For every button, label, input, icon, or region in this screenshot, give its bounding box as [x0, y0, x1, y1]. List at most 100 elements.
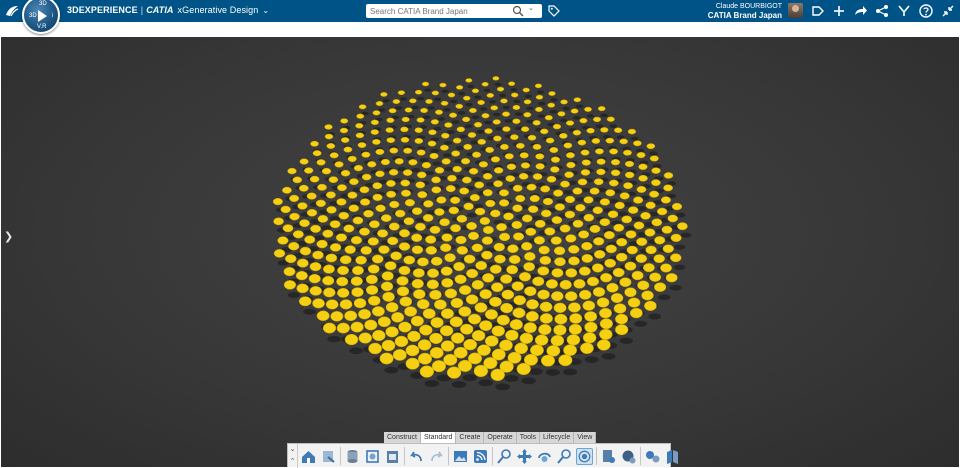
generative-dot [430, 119, 439, 125]
fit-all-icon[interactable] [576, 447, 593, 465]
generative-dot [377, 229, 389, 238]
generative-dot [662, 244, 674, 253]
generative-dot [592, 287, 606, 297]
generative-dot [310, 140, 319, 147]
generative-dot [414, 127, 423, 133]
generative-dot [515, 142, 525, 149]
generative-dot [540, 354, 556, 367]
generative-dot [416, 171, 427, 179]
search-icon[interactable] [512, 5, 524, 17]
generative-dot [405, 344, 420, 357]
generative-dot [425, 246, 438, 255]
pan-icon[interactable] [516, 448, 533, 465]
chevron-down-icon[interactable]: ⌄ ⌃ [288, 444, 298, 468]
database-icon[interactable] [344, 448, 361, 465]
generative-dot [482, 273, 495, 283]
chevron-down-icon[interactable]: ⌄ [262, 6, 269, 15]
generative-dot [593, 178, 604, 186]
3d-viewport[interactable]: ❯ [1, 37, 959, 467]
cube-refresh-icon[interactable] [364, 448, 381, 465]
home-icon[interactable] [300, 448, 317, 465]
dot-shadow [411, 105, 419, 110]
generative-dot [582, 300, 596, 311]
save-icon[interactable] [320, 448, 337, 465]
tools-icon[interactable] [896, 3, 912, 19]
book-icon[interactable] [664, 448, 681, 465]
generative-dot [667, 214, 678, 223]
dot-shadow [504, 374, 519, 382]
generative-dot [460, 323, 474, 335]
dot-shadow [478, 379, 494, 387]
generative-dot [385, 302, 399, 313]
play-icon[interactable] [38, 10, 47, 22]
generative-dot [482, 225, 494, 235]
rotate-icon[interactable] [536, 448, 553, 465]
dot-shadow [563, 368, 578, 376]
tab-standard[interactable]: Standard [420, 432, 457, 443]
tab-lifecycle[interactable]: Lifecycle [540, 432, 575, 443]
shield-icon[interactable] [620, 448, 637, 465]
feed-icon[interactable] [472, 448, 489, 465]
generative-dot [516, 362, 531, 376]
generative-dot [367, 161, 377, 168]
undo-icon[interactable] [408, 448, 425, 465]
generative-dot [554, 203, 565, 211]
generative-dot [372, 110, 381, 116]
generative-dot [641, 290, 654, 301]
tab-construct[interactable]: Construct [384, 432, 421, 443]
generative-dot [403, 217, 415, 226]
dassault-logo-icon[interactable] [4, 3, 20, 19]
tab-view[interactable]: View [574, 432, 597, 443]
generative-dot [578, 289, 592, 300]
generative-dot [384, 261, 397, 271]
generative-dot [378, 245, 390, 254]
image-icon[interactable] [452, 448, 469, 465]
generative-dot [450, 332, 465, 344]
tag-icon[interactable] [548, 5, 560, 17]
generative-dot [518, 172, 529, 180]
search-input[interactable] [370, 5, 510, 17]
generative-dot [595, 148, 604, 155]
dot-shadow [545, 368, 560, 376]
generative-dot [416, 117, 425, 123]
redo-icon[interactable] [428, 448, 445, 465]
clipboard-icon[interactable] [384, 448, 401, 465]
generative-dot [677, 222, 688, 231]
help-icon[interactable] [918, 3, 934, 19]
generative-dot [417, 339, 432, 351]
network-icon[interactable] [874, 3, 890, 19]
generative-dot [454, 274, 467, 284]
dot-shadow [462, 374, 478, 382]
tab-create[interactable]: Create [456, 432, 485, 443]
app-title[interactable]: 3DEXPERIENCE | CATIA xGenerative Design ⌄ [67, 5, 269, 15]
zoom-area-icon[interactable] [556, 448, 573, 465]
generative-dot [599, 318, 613, 330]
generative-dot [379, 352, 394, 365]
search-options-chevron-icon[interactable]: ⌄ [528, 4, 534, 12]
generative-dot [524, 252, 536, 261]
dot-shadow [504, 119, 513, 123]
generative-dot [344, 245, 356, 254]
save-state-icon[interactable] [600, 448, 617, 465]
zoom-icon[interactable] [496, 448, 513, 465]
tab-tools[interactable]: Tools [516, 432, 541, 443]
forward-share-icon[interactable] [852, 3, 868, 19]
user-info[interactable]: Claude BOURBIGOT CATIA Brand Japan [708, 2, 782, 20]
tab-operate[interactable]: Operate [484, 432, 517, 443]
generative-dot [336, 276, 349, 287]
generative-dot [512, 307, 526, 319]
plus-icon[interactable] [831, 3, 847, 19]
dot-shadow [538, 101, 546, 106]
toolbar-separator [404, 447, 405, 465]
generative-dot [441, 132, 450, 139]
generative-dot [317, 215, 329, 223]
compass-widget[interactable]: 3D 3D i V.R [22, 0, 60, 34]
generative-dot [663, 172, 674, 179]
generative-dot [325, 299, 339, 310]
collapse-icon[interactable] [940, 3, 956, 19]
settings-icon[interactable] [644, 448, 661, 465]
avatar[interactable] [788, 3, 803, 18]
share-tag-icon[interactable] [810, 3, 826, 19]
generative-dot [551, 268, 564, 278]
dot-shadow [514, 112, 523, 116]
